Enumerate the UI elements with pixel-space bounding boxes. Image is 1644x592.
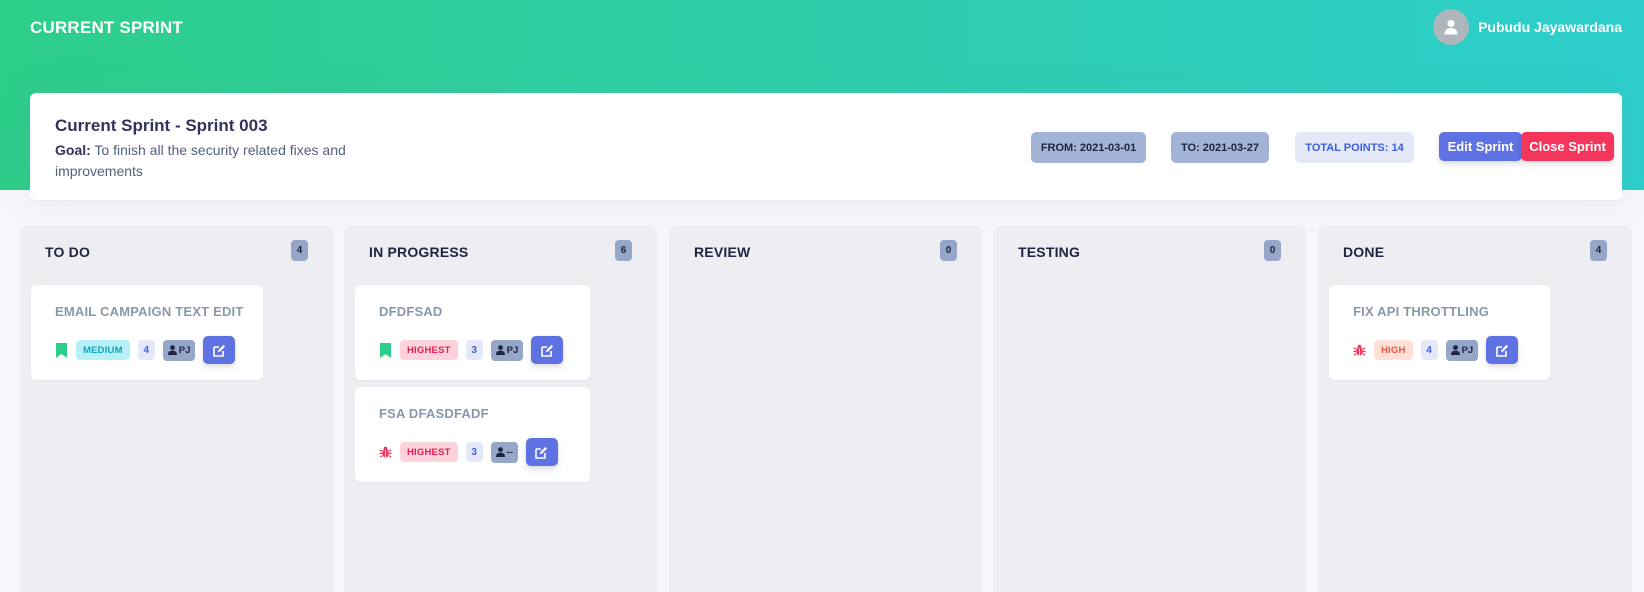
story-points-badge: 4 bbox=[1420, 340, 1438, 360]
sprint-from-badge: FROM: 2021-03-01 bbox=[1031, 132, 1146, 163]
sprint-goal: Goal: To finish all the security related… bbox=[55, 140, 375, 182]
task-card[interactable]: FSA DFASDFADF HIGHEST 3 -- bbox=[355, 387, 590, 482]
close-sprint-button[interactable]: Close Sprint bbox=[1521, 132, 1614, 161]
edit-icon bbox=[535, 446, 548, 459]
column-title: REVIEW bbox=[694, 244, 751, 260]
edit-icon bbox=[213, 344, 225, 357]
column-done: DONE 4 FIX API THROTTLING HIGH 4 PJ bbox=[1318, 226, 1632, 592]
task-meta: HIGHEST 3 -- bbox=[379, 438, 558, 466]
column-count-badge: 0 bbox=[1264, 240, 1281, 261]
user-icon bbox=[495, 345, 505, 355]
column-count-badge: 0 bbox=[940, 240, 957, 261]
task-title: DFDFSAD bbox=[379, 304, 443, 319]
user-icon bbox=[495, 447, 505, 457]
edit-task-button[interactable] bbox=[203, 336, 236, 364]
edit-task-button[interactable] bbox=[525, 438, 558, 466]
column-todo: TO DO 4 EMAIL CAMPAIGN TEXT EDIT MEDIUM … bbox=[20, 226, 333, 592]
page-title: CURRENT SPRINT bbox=[30, 18, 183, 37]
task-meta: HIGHEST 3 PJ bbox=[379, 336, 564, 364]
user-menu[interactable]: Pubudu Jayawardana bbox=[1433, 9, 1622, 45]
task-title: EMAIL CAMPAIGN TEXT EDIT bbox=[55, 304, 244, 319]
column-count-badge: 4 bbox=[1590, 240, 1607, 261]
sprint-goal-text: To finish all the security related fixes… bbox=[55, 142, 346, 179]
task-card[interactable]: DFDFSAD HIGHEST 3 PJ bbox=[355, 285, 590, 380]
column-count-badge: 6 bbox=[615, 240, 632, 261]
story-points-badge: 3 bbox=[465, 340, 483, 360]
task-meta: MEDIUM 4 PJ bbox=[55, 336, 236, 364]
assignee-badge: PJ bbox=[162, 339, 196, 361]
column-title: TESTING bbox=[1018, 244, 1081, 260]
priority-badge: HIGH bbox=[1374, 340, 1413, 360]
bookmark-icon bbox=[379, 342, 392, 358]
column-in-progress: IN PROGRESS 6 DFDFSAD HIGHEST 3 PJ FSA D… bbox=[344, 226, 657, 592]
assignee-badge: PJ bbox=[490, 339, 524, 361]
story-points-badge: 4 bbox=[137, 340, 155, 360]
task-title: FSA DFASDFADF bbox=[379, 406, 489, 421]
column-title: DONE bbox=[1343, 244, 1385, 260]
story-points-badge: 3 bbox=[465, 442, 483, 462]
assignee-initials: PJ bbox=[506, 344, 519, 356]
assignee-initials: PJ bbox=[1461, 344, 1474, 356]
column-title: TO DO bbox=[45, 244, 91, 260]
user-icon bbox=[167, 345, 177, 355]
task-card[interactable]: FIX API THROTTLING HIGH 4 PJ bbox=[1329, 285, 1550, 380]
edit-sprint-button[interactable]: Edit Sprint bbox=[1439, 132, 1522, 161]
column-count-badge: 4 bbox=[291, 240, 308, 261]
sprint-card: Current Sprint - Sprint 003 Goal: To fin… bbox=[30, 93, 1622, 201]
task-title: FIX API THROTTLING bbox=[1353, 304, 1489, 319]
task-card[interactable]: EMAIL CAMPAIGN TEXT EDIT MEDIUM 4 PJ bbox=[31, 285, 263, 380]
user-icon bbox=[1433, 9, 1470, 45]
bookmark-icon bbox=[55, 342, 68, 358]
sprint-goal-label: Goal: bbox=[55, 142, 91, 158]
priority-badge: HIGHEST bbox=[400, 340, 458, 360]
column-title: IN PROGRESS bbox=[369, 244, 469, 260]
bug-icon bbox=[1353, 342, 1366, 358]
assignee-badge: -- bbox=[490, 441, 518, 463]
priority-badge: HIGHEST bbox=[400, 442, 458, 462]
column-testing: TESTING 0 bbox=[993, 226, 1306, 592]
edit-task-button[interactable] bbox=[1486, 336, 1519, 364]
user-name: Pubudu Jayawardana bbox=[1478, 19, 1622, 35]
user-icon bbox=[1450, 345, 1460, 355]
bug-icon bbox=[379, 444, 392, 460]
edit-icon bbox=[1495, 344, 1508, 357]
assignee-initials: -- bbox=[506, 446, 513, 458]
sprint-title: Current Sprint - Sprint 003 bbox=[55, 116, 268, 135]
assignee-badge: PJ bbox=[1445, 339, 1479, 361]
edit-task-button[interactable] bbox=[531, 336, 564, 364]
assignee-initials: PJ bbox=[178, 344, 191, 356]
column-review: REVIEW 0 bbox=[669, 226, 982, 592]
sprint-to-badge: TO: 2021-03-27 bbox=[1171, 132, 1269, 163]
sprint-total-points-badge: TOTAL POINTS: 14 bbox=[1295, 132, 1414, 163]
task-meta: HIGH 4 PJ bbox=[1353, 336, 1519, 364]
priority-badge: MEDIUM bbox=[76, 340, 130, 360]
edit-icon bbox=[540, 344, 553, 357]
